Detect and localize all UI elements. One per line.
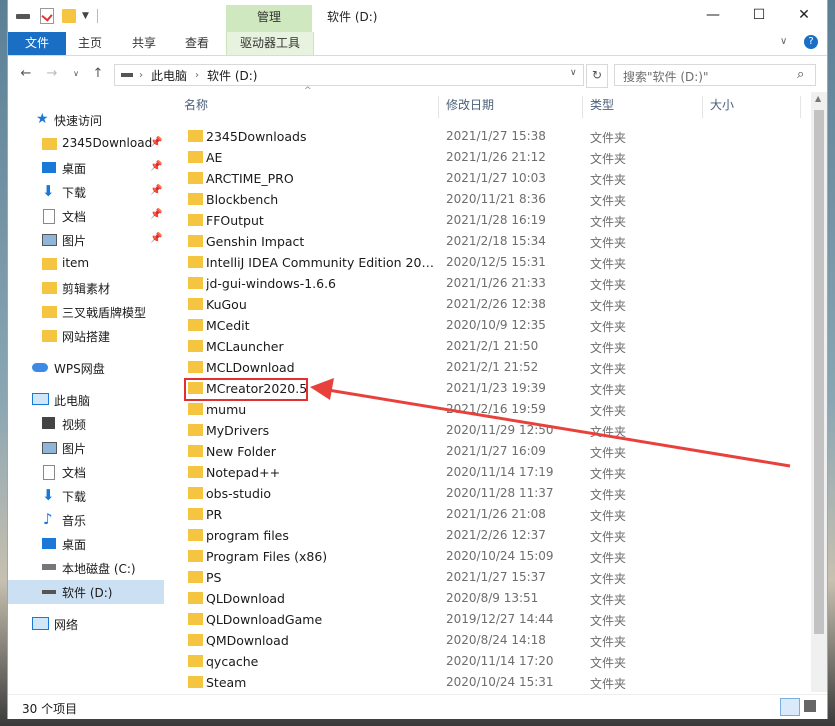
annotation-arrow	[310, 378, 791, 468]
annotation-arrow-head	[310, 378, 334, 400]
annotation-arrow-line	[327, 388, 791, 468]
